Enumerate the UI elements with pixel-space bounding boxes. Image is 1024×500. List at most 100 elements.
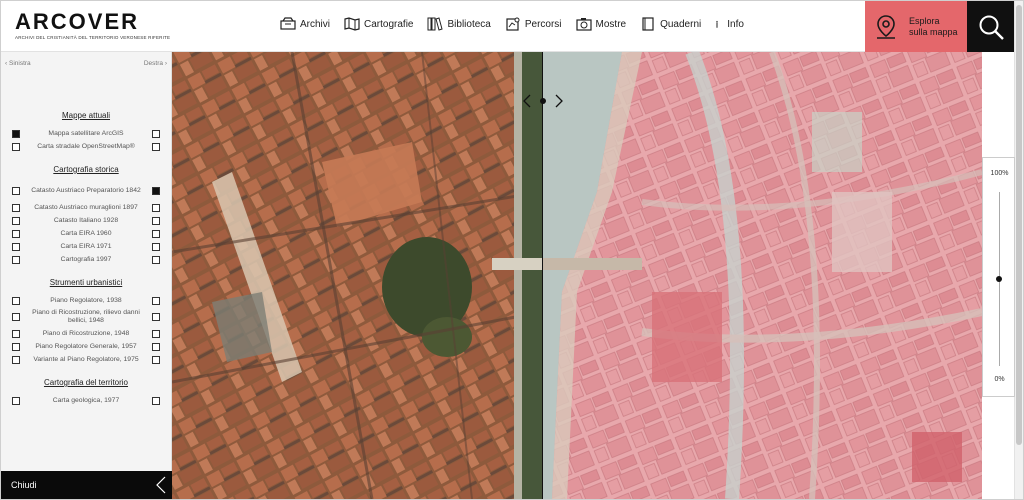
logo-subtitle: ARCHIVI DEL CRISTIANITÀ DEL TERRITORIO V… (15, 35, 171, 40)
left-checkbox[interactable] (12, 129, 20, 138)
top-header: ARCOVER ARCHIVI DEL CRISTIANITÀ DEL TERR… (1, 1, 1023, 52)
logo-title: ARCOVER (15, 9, 140, 34)
nav-item-mostre[interactable]: Mostre (575, 17, 627, 31)
map-pin-icon (877, 14, 895, 39)
left-checkbox[interactable] (12, 296, 20, 305)
left-checkbox[interactable] (12, 342, 20, 351)
layer-row: Carta stradale OpenStreetMap® (12, 140, 160, 153)
close-sidebar-button[interactable]: Chiudi (1, 471, 172, 499)
compare-split-line[interactable] (542, 52, 543, 499)
chevron-right-icon (555, 94, 563, 108)
right-checkbox[interactable] (152, 203, 160, 212)
layer-label: Carta stradale OpenStreetMap® (37, 142, 135, 150)
layers-sidebar: ‹ Sinistra Destra › Mappe attuali Mappa … (1, 52, 172, 499)
nav-item-cartografie[interactable]: Cartografie (344, 17, 413, 31)
compare-split-handle[interactable] (522, 92, 564, 110)
info-icon (716, 20, 718, 28)
left-checkbox[interactable] (12, 329, 20, 338)
layer-label: Piano Regolatore, 1938 (50, 296, 122, 304)
nav-item-quaderni[interactable]: Quaderni (640, 17, 701, 31)
books-icon (427, 17, 444, 31)
right-checkbox[interactable] (152, 142, 160, 151)
search-icon (979, 15, 1004, 40)
nav-item-percorsi[interactable]: Percorsi (505, 17, 562, 31)
layer-row: Catasto Austriaco Preparatorio 1842 (12, 181, 160, 201)
left-side-label[interactable]: ‹ Sinistra (5, 60, 31, 67)
left-checkbox[interactable] (12, 229, 20, 238)
right-side-label[interactable]: Destra › (144, 60, 167, 67)
layer-label: Piano di Ricostruzione, rilievo danni be… (32, 309, 140, 324)
section-mappe-attuali: Mappe attuali Mappa satellitare ArcGIS C… (1, 111, 171, 153)
section-title: Cartografia del territorio (43, 378, 129, 387)
left-checkbox[interactable] (12, 396, 20, 405)
left-checkbox[interactable] (12, 313, 20, 321)
right-checkbox[interactable] (152, 255, 160, 264)
nav-label: Biblioteca (447, 18, 491, 30)
right-checkbox[interactable] (152, 329, 160, 338)
right-checkbox[interactable] (152, 129, 160, 138)
right-label-text: Destra (143, 60, 164, 67)
right-checkbox[interactable] (152, 242, 160, 251)
right-checkbox[interactable] (152, 296, 160, 305)
right-checkbox[interactable] (152, 342, 160, 351)
right-checkbox[interactable] (152, 313, 160, 321)
layer-label: Cartografia 1997 (60, 255, 112, 263)
layer-label: Piano di Ricostruzione, 1948 (42, 329, 130, 337)
map-view[interactable] (172, 52, 982, 499)
chevron-left-icon (523, 94, 531, 108)
left-checkbox[interactable] (12, 355, 20, 364)
section-title: Strumenti urbanistici (49, 278, 123, 287)
left-checkbox[interactable] (12, 187, 20, 195)
layer-row: Catasto Italiano 1928 (12, 214, 160, 227)
layer-label: Carta EIRA 1960 (60, 229, 112, 237)
nav-item-archivi[interactable]: Archivi (280, 17, 330, 31)
left-checkbox[interactable] (12, 242, 20, 251)
left-checkbox[interactable] (12, 255, 20, 264)
nav-item-info[interactable]: Info (715, 17, 744, 31)
nav-label: Quaderni (660, 18, 702, 30)
chevron-left-icon (156, 476, 166, 494)
layer-label: Catasto Italiano 1928 (53, 216, 119, 224)
left-checkbox[interactable] (12, 203, 20, 212)
nav-label: Mostre (595, 18, 627, 30)
right-checkbox[interactable] (152, 355, 160, 364)
layer-row: Carta EIRA 1971 (12, 240, 160, 253)
nav-item-biblioteca[interactable]: Biblioteca (427, 17, 491, 31)
close-label: Chiudi (11, 480, 37, 490)
layer-label: Catasto Austriaco muraglioni 1897 (34, 203, 138, 211)
section-title: Cartografia storica (53, 165, 119, 174)
layer-row: Catasto Austriaco muraglioni 1897 (12, 201, 160, 214)
right-checkbox[interactable] (152, 396, 160, 405)
layer-row: Piano di Ricostruzione, rilievo danni be… (12, 307, 160, 327)
right-checkbox[interactable] (152, 229, 160, 238)
left-label-text: Sinistra (8, 60, 31, 67)
handle-dot (540, 98, 546, 104)
main-nav: Archivi Cartografie Biblioteca Percorsi … (280, 17, 744, 31)
app-window: ARCOVER ARCHIVI DEL CRISTIANITÀ DEL TERR… (0, 0, 1024, 500)
map-canvas (172, 52, 982, 499)
scrollbar-thumb[interactable] (1016, 5, 1022, 445)
layer-row: Mappa satellitare ArcGIS (12, 127, 160, 140)
search-button[interactable] (967, 1, 1015, 52)
left-checkbox[interactable] (12, 142, 20, 151)
side-compare-header: ‹ Sinistra Destra › (1, 52, 171, 67)
layer-row: Piano di Ricostruzione, 1948 (12, 327, 160, 340)
right-checkbox[interactable] (152, 187, 160, 195)
logo[interactable]: ARCOVER ARCHIVI DEL CRISTIANITÀ DEL TERR… (15, 9, 171, 41)
page-scrollbar[interactable] (1014, 1, 1023, 499)
opacity-knob[interactable] (996, 276, 1002, 282)
explore-map-button[interactable]: Esplora sulla mappa (865, 1, 967, 52)
section-strumenti-urbanistici: Strumenti urbanistici Piano Regolatore, … (1, 278, 171, 366)
nav-label: Cartografie (364, 18, 414, 30)
map-icon (344, 17, 360, 31)
left-checkbox[interactable] (12, 216, 20, 225)
layer-label: Mappa satellitare ArcGIS (48, 129, 124, 137)
section-cartografia-territorio: Cartografia del territorio Carta geologi… (1, 378, 171, 407)
camera-icon (575, 18, 592, 31)
right-checkbox[interactable] (152, 216, 160, 225)
layer-label: Carta EIRA 1971 (60, 242, 112, 250)
nav-label: Percorsi (524, 18, 562, 30)
archive-icon (280, 17, 296, 30)
nav-label: Archivi (300, 18, 331, 30)
layer-row: Piano Regolatore Generale, 1957 (12, 340, 160, 353)
